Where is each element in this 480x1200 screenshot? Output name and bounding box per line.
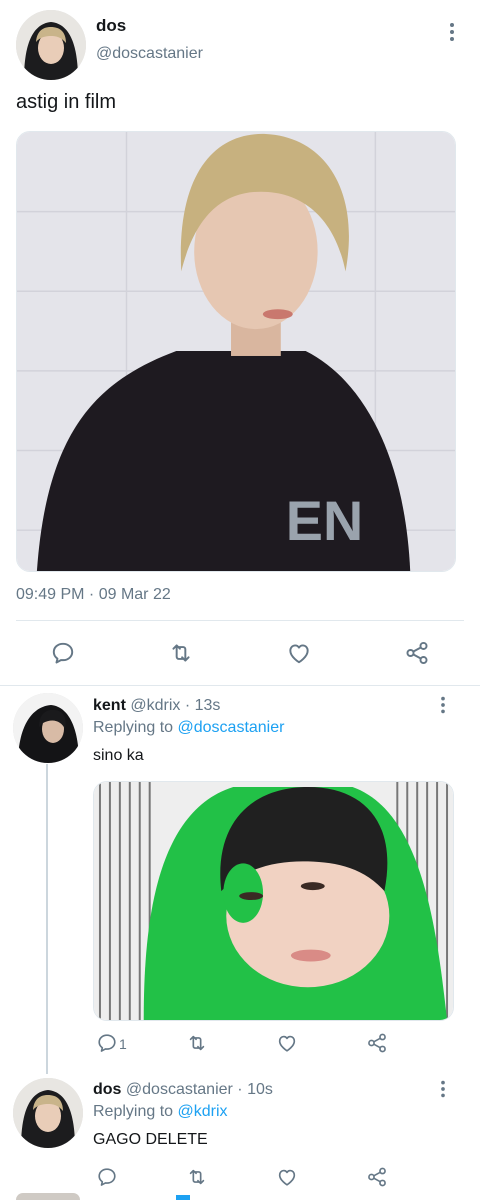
retweet-icon[interactable] — [182, 1162, 212, 1192]
reply-text: GAGO DELETE — [93, 1131, 208, 1148]
avatar — [16, 1193, 80, 1200]
share-icon[interactable] — [362, 1028, 392, 1058]
replying-to: Replying to @doscastanier — [93, 719, 284, 737]
retweet-icon[interactable] — [166, 638, 196, 668]
more-vertical-icon[interactable] — [440, 20, 464, 44]
reply-count: 1 — [119, 1036, 127, 1052]
reply-text: sino ka — [93, 747, 144, 764]
tweet-actions — [0, 636, 480, 670]
reply-media[interactable] — [93, 781, 454, 1021]
reply-header: dos @doscastanier · 10s — [93, 1081, 273, 1099]
avatar[interactable] — [16, 10, 86, 80]
more-vertical-icon[interactable] — [432, 694, 454, 716]
reply-icon[interactable] — [92, 1028, 122, 1058]
more-vertical-icon[interactable] — [432, 1078, 454, 1100]
shirt-print-text: EN — [286, 490, 363, 552]
handle-and-time[interactable]: @doscastanier · 10s — [121, 1081, 273, 1098]
retweet-icon[interactable] — [182, 1028, 212, 1058]
replying-to: Replying to @kdrix — [93, 1103, 228, 1121]
next-reply-cutoff — [0, 1193, 480, 1200]
reply-icon[interactable] — [92, 1162, 122, 1192]
divider — [16, 620, 464, 621]
reply-photo — [94, 782, 453, 1020]
reply-icon[interactable] — [48, 638, 78, 668]
heart-icon[interactable] — [272, 1162, 302, 1192]
share-icon[interactable] — [362, 1162, 392, 1192]
replying-label: Replying to — [93, 1103, 178, 1120]
display-name[interactable]: dos — [96, 16, 126, 36]
handle-and-time[interactable]: @kdrix · 13s — [126, 697, 220, 714]
avatar[interactable] — [13, 693, 83, 763]
display-name[interactable]: dos — [93, 1081, 121, 1098]
avatar-image — [13, 1078, 83, 1148]
display-name[interactable]: kent — [93, 697, 126, 714]
avatar-image — [16, 10, 86, 80]
mention-link — [176, 1195, 190, 1200]
tweet-photo: EN — [17, 132, 455, 571]
thread-line — [46, 764, 48, 1074]
mention-link[interactable]: @kdrix — [178, 1103, 228, 1120]
tweet-media[interactable]: EN — [16, 131, 456, 572]
divider — [0, 685, 480, 686]
mention-link[interactable]: @doscastanier — [178, 719, 285, 736]
heart-icon[interactable] — [284, 638, 314, 668]
avatar-image — [13, 693, 83, 763]
tweet-text: astig in film — [16, 91, 117, 113]
share-icon[interactable] — [402, 638, 432, 668]
reply-header: kent @kdrix · 13s — [93, 697, 220, 715]
tweet-timestamp[interactable]: 09:49 PM · 09 Mar 22 — [16, 586, 171, 604]
avatar[interactable] — [13, 1078, 83, 1148]
replying-label: Replying to — [93, 719, 178, 736]
user-handle[interactable]: @doscastanier — [96, 45, 203, 63]
heart-icon[interactable] — [272, 1028, 302, 1058]
